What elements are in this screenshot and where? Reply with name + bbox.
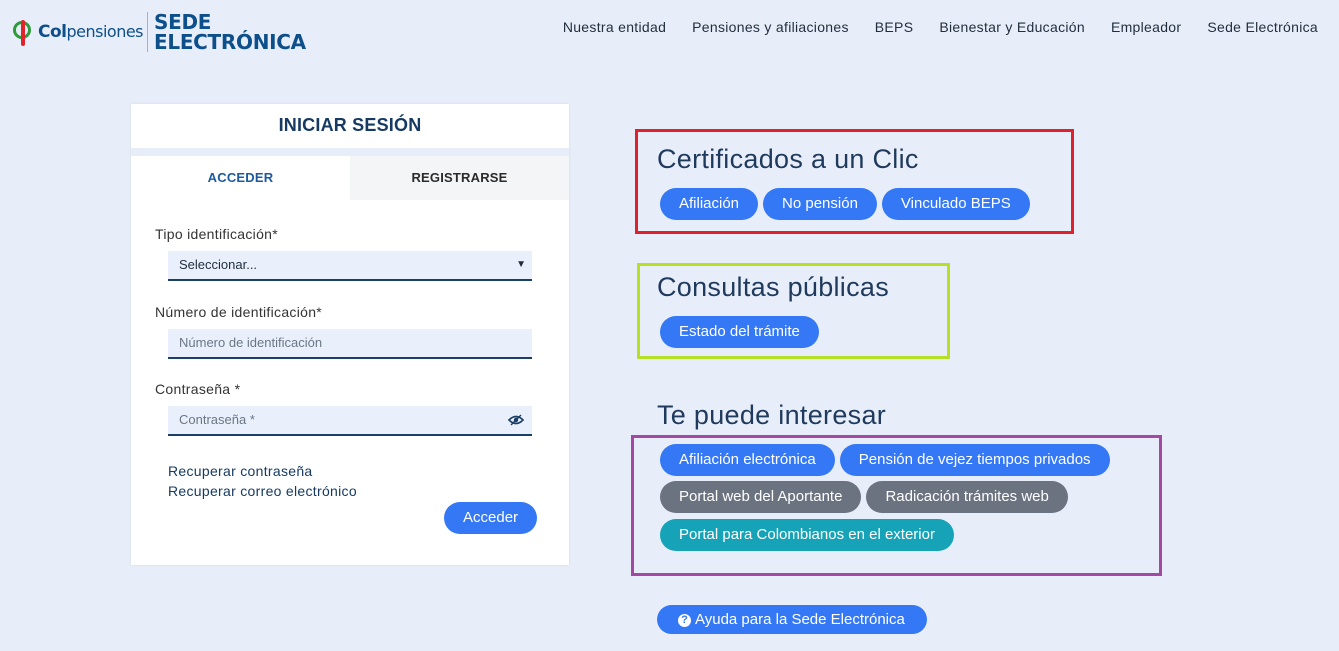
interesar-row-3: Portal para Colombianos en el exterior xyxy=(660,519,959,551)
logo-divider xyxy=(147,12,149,52)
portal-aportante-button[interactable]: Portal web del Aportante xyxy=(660,481,862,513)
acceder-button[interactable]: Acceder xyxy=(444,502,538,534)
no-pension-button[interactable]: No pensión xyxy=(763,188,877,220)
vinculado-beps-button[interactable]: Vinculado BEPS xyxy=(881,188,1030,220)
logo-wordmark: Colpensiones xyxy=(38,22,144,42)
login-card: INICIAR SESIÓN ACCEDER REGISTRARSE Tipo … xyxy=(131,104,569,565)
estado-tramite-button[interactable]: Estado del trámite xyxy=(660,316,819,348)
colpensiones-logo[interactable]: Colpensiones SEDE ELECTRÓNICA xyxy=(12,10,306,54)
recover-password-link[interactable]: Recuperar contraseña xyxy=(168,463,313,479)
radicacion-tramites-button[interactable]: Radicación trámites web xyxy=(866,481,1068,513)
certificados-buttons: Afiliación No pensión Vinculado BEPS xyxy=(660,188,1035,220)
interesar-title: Te puede interesar xyxy=(657,400,887,430)
tab-registrarse[interactable]: REGISTRARSE xyxy=(350,156,569,200)
numero-identificacion-input[interactable]: Número de identificación xyxy=(168,329,532,359)
pension-vejez-button[interactable]: Pensión de vejez tiempos privados xyxy=(839,444,1110,476)
consultas-title: Consultas públicas xyxy=(657,272,890,302)
password-label: Contraseña * xyxy=(155,381,241,397)
tipo-identificacion-value: Seleccionar... xyxy=(179,257,258,272)
ayuda-label: Ayuda para la Sede Electrónica xyxy=(695,611,905,628)
main-nav: Nuestra entidad Pensiones y afiliaciones… xyxy=(537,19,1318,35)
afiliacion-electronica-button[interactable]: Afiliación electrónica xyxy=(660,444,835,476)
sede-electronica-logo: SEDE ELECTRÓNICA xyxy=(154,10,306,54)
caret-down-icon: ▼ xyxy=(516,259,526,270)
tipo-identificacion-select[interactable]: Seleccionar... ▼ xyxy=(168,251,532,281)
interesar-row-1: Afiliación electrónica Pensión de vejez … xyxy=(660,444,1115,476)
question-circle-icon: ? xyxy=(678,614,691,627)
interesar-row-2: Portal web del Aportante Radicación trám… xyxy=(660,481,1073,513)
consultas-buttons: Estado del trámite xyxy=(660,316,824,348)
eye-slash-icon[interactable] xyxy=(508,414,524,426)
nav-sede-electronica[interactable]: Sede Electrónica xyxy=(1207,19,1318,35)
nav-empleador[interactable]: Empleador xyxy=(1111,19,1181,35)
tab-acceder[interactable]: ACCEDER xyxy=(131,156,350,200)
numero-identificacion-label: Número de identificación* xyxy=(155,304,323,320)
recover-email-link[interactable]: Recuperar correo electrónico xyxy=(168,483,357,499)
certificados-title: Certificados a un Clic xyxy=(657,144,919,174)
nav-nuestra-entidad[interactable]: Nuestra entidad xyxy=(563,19,666,35)
login-title: INICIAR SESIÓN xyxy=(278,115,422,135)
password-input[interactable]: Contraseña * xyxy=(168,406,532,436)
tipo-identificacion-label: Tipo identificación* xyxy=(155,226,278,242)
ayuda-sede-button[interactable]: ? Ayuda para la Sede Electrónica xyxy=(657,605,927,634)
colpensiones-emblem-icon xyxy=(12,17,36,47)
nav-beps[interactable]: BEPS xyxy=(875,19,914,35)
portal-colombianos-exterior-button[interactable]: Portal para Colombianos en el exterior xyxy=(660,519,954,551)
nav-bienestar-educacion[interactable]: Bienestar y Educación xyxy=(939,19,1085,35)
nav-pensiones-afiliaciones[interactable]: Pensiones y afiliaciones xyxy=(692,19,849,35)
password-placeholder: Contraseña * xyxy=(179,412,255,427)
afiliacion-button[interactable]: Afiliación xyxy=(660,188,759,220)
login-tabs: ACCEDER REGISTRARSE xyxy=(131,156,569,200)
